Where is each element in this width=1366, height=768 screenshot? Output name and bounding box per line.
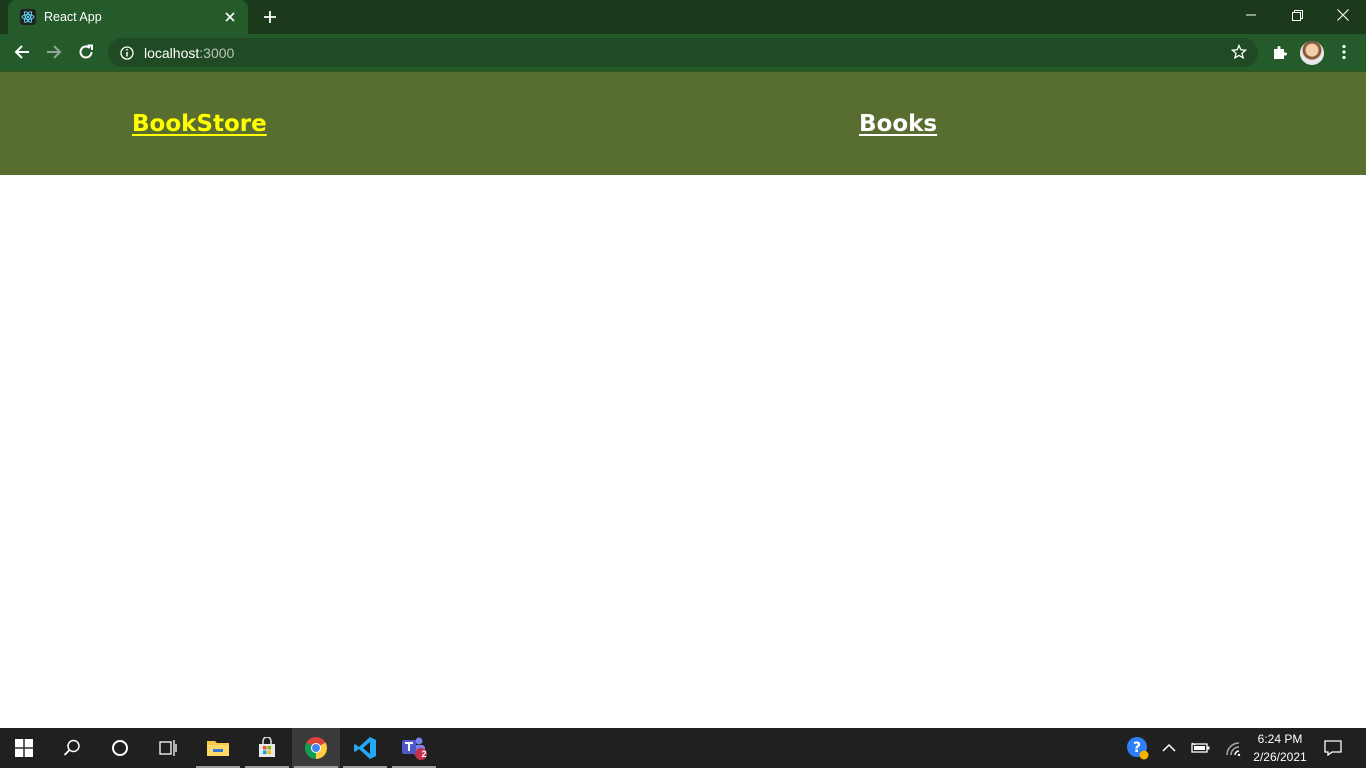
app-navbar: BookStore Books: [0, 71, 1366, 175]
restore-button[interactable]: [1274, 0, 1320, 30]
task-view-icon[interactable]: [144, 728, 192, 768]
taskbar-clock[interactable]: 6:24 PM 2/26/2021: [1248, 730, 1312, 766]
tab-react-app[interactable]: React App: [8, 0, 248, 34]
file-explorer-icon[interactable]: [194, 728, 242, 768]
info-icon[interactable]: [118, 44, 136, 62]
windows-start-icon[interactable]: [0, 728, 48, 768]
bookmark-star-icon[interactable]: [1230, 43, 1248, 61]
battery-icon[interactable]: [1188, 728, 1214, 768]
chrome-menu-icon[interactable]: [1330, 38, 1358, 66]
tab-title: React App: [44, 10, 102, 24]
address-bar[interactable]: localhost:3000: [108, 38, 1258, 67]
windows-taskbar: 2 ? 6:24 PM 2/26/2021: [0, 728, 1366, 768]
url-port: :3000: [199, 44, 235, 61]
extensions-puzzle-icon[interactable]: [1266, 38, 1294, 66]
microsoft-store-icon[interactable]: [243, 728, 291, 768]
minimize-button[interactable]: [1228, 0, 1274, 30]
url-host: localhost: [144, 44, 200, 61]
help-icon[interactable]: ?: [1124, 728, 1152, 768]
browser-toolbar: localhost:3000: [0, 34, 1366, 71]
wifi-icon[interactable]: [1220, 728, 1246, 768]
chevron-up-icon[interactable]: [1157, 728, 1181, 768]
close-window-button[interactable]: [1320, 0, 1366, 30]
react-logo-icon: [20, 9, 36, 25]
search-icon[interactable]: [48, 728, 96, 768]
brand-link[interactable]: BookStore: [132, 111, 267, 137]
browser-tab-strip: React App: [0, 0, 1366, 34]
vscode-icon[interactable]: [341, 728, 389, 768]
clock-time: 6:24 PM: [1257, 732, 1303, 746]
forward-button[interactable]: [40, 38, 68, 66]
new-tab-button[interactable]: [258, 6, 282, 28]
close-tab-icon[interactable]: [222, 9, 238, 25]
clock-date: 2/26/2021: [1253, 750, 1307, 764]
cortana-icon[interactable]: [96, 728, 144, 768]
teams-badge: 2: [421, 749, 427, 759]
reload-button[interactable]: [72, 38, 100, 66]
chrome-icon[interactable]: [292, 728, 340, 768]
notification-icon[interactable]: [1318, 728, 1348, 768]
teams-icon[interactable]: 2: [390, 728, 438, 768]
profile-avatar[interactable]: [1300, 41, 1324, 65]
books-link[interactable]: Books: [859, 111, 937, 137]
back-button[interactable]: [8, 38, 36, 66]
